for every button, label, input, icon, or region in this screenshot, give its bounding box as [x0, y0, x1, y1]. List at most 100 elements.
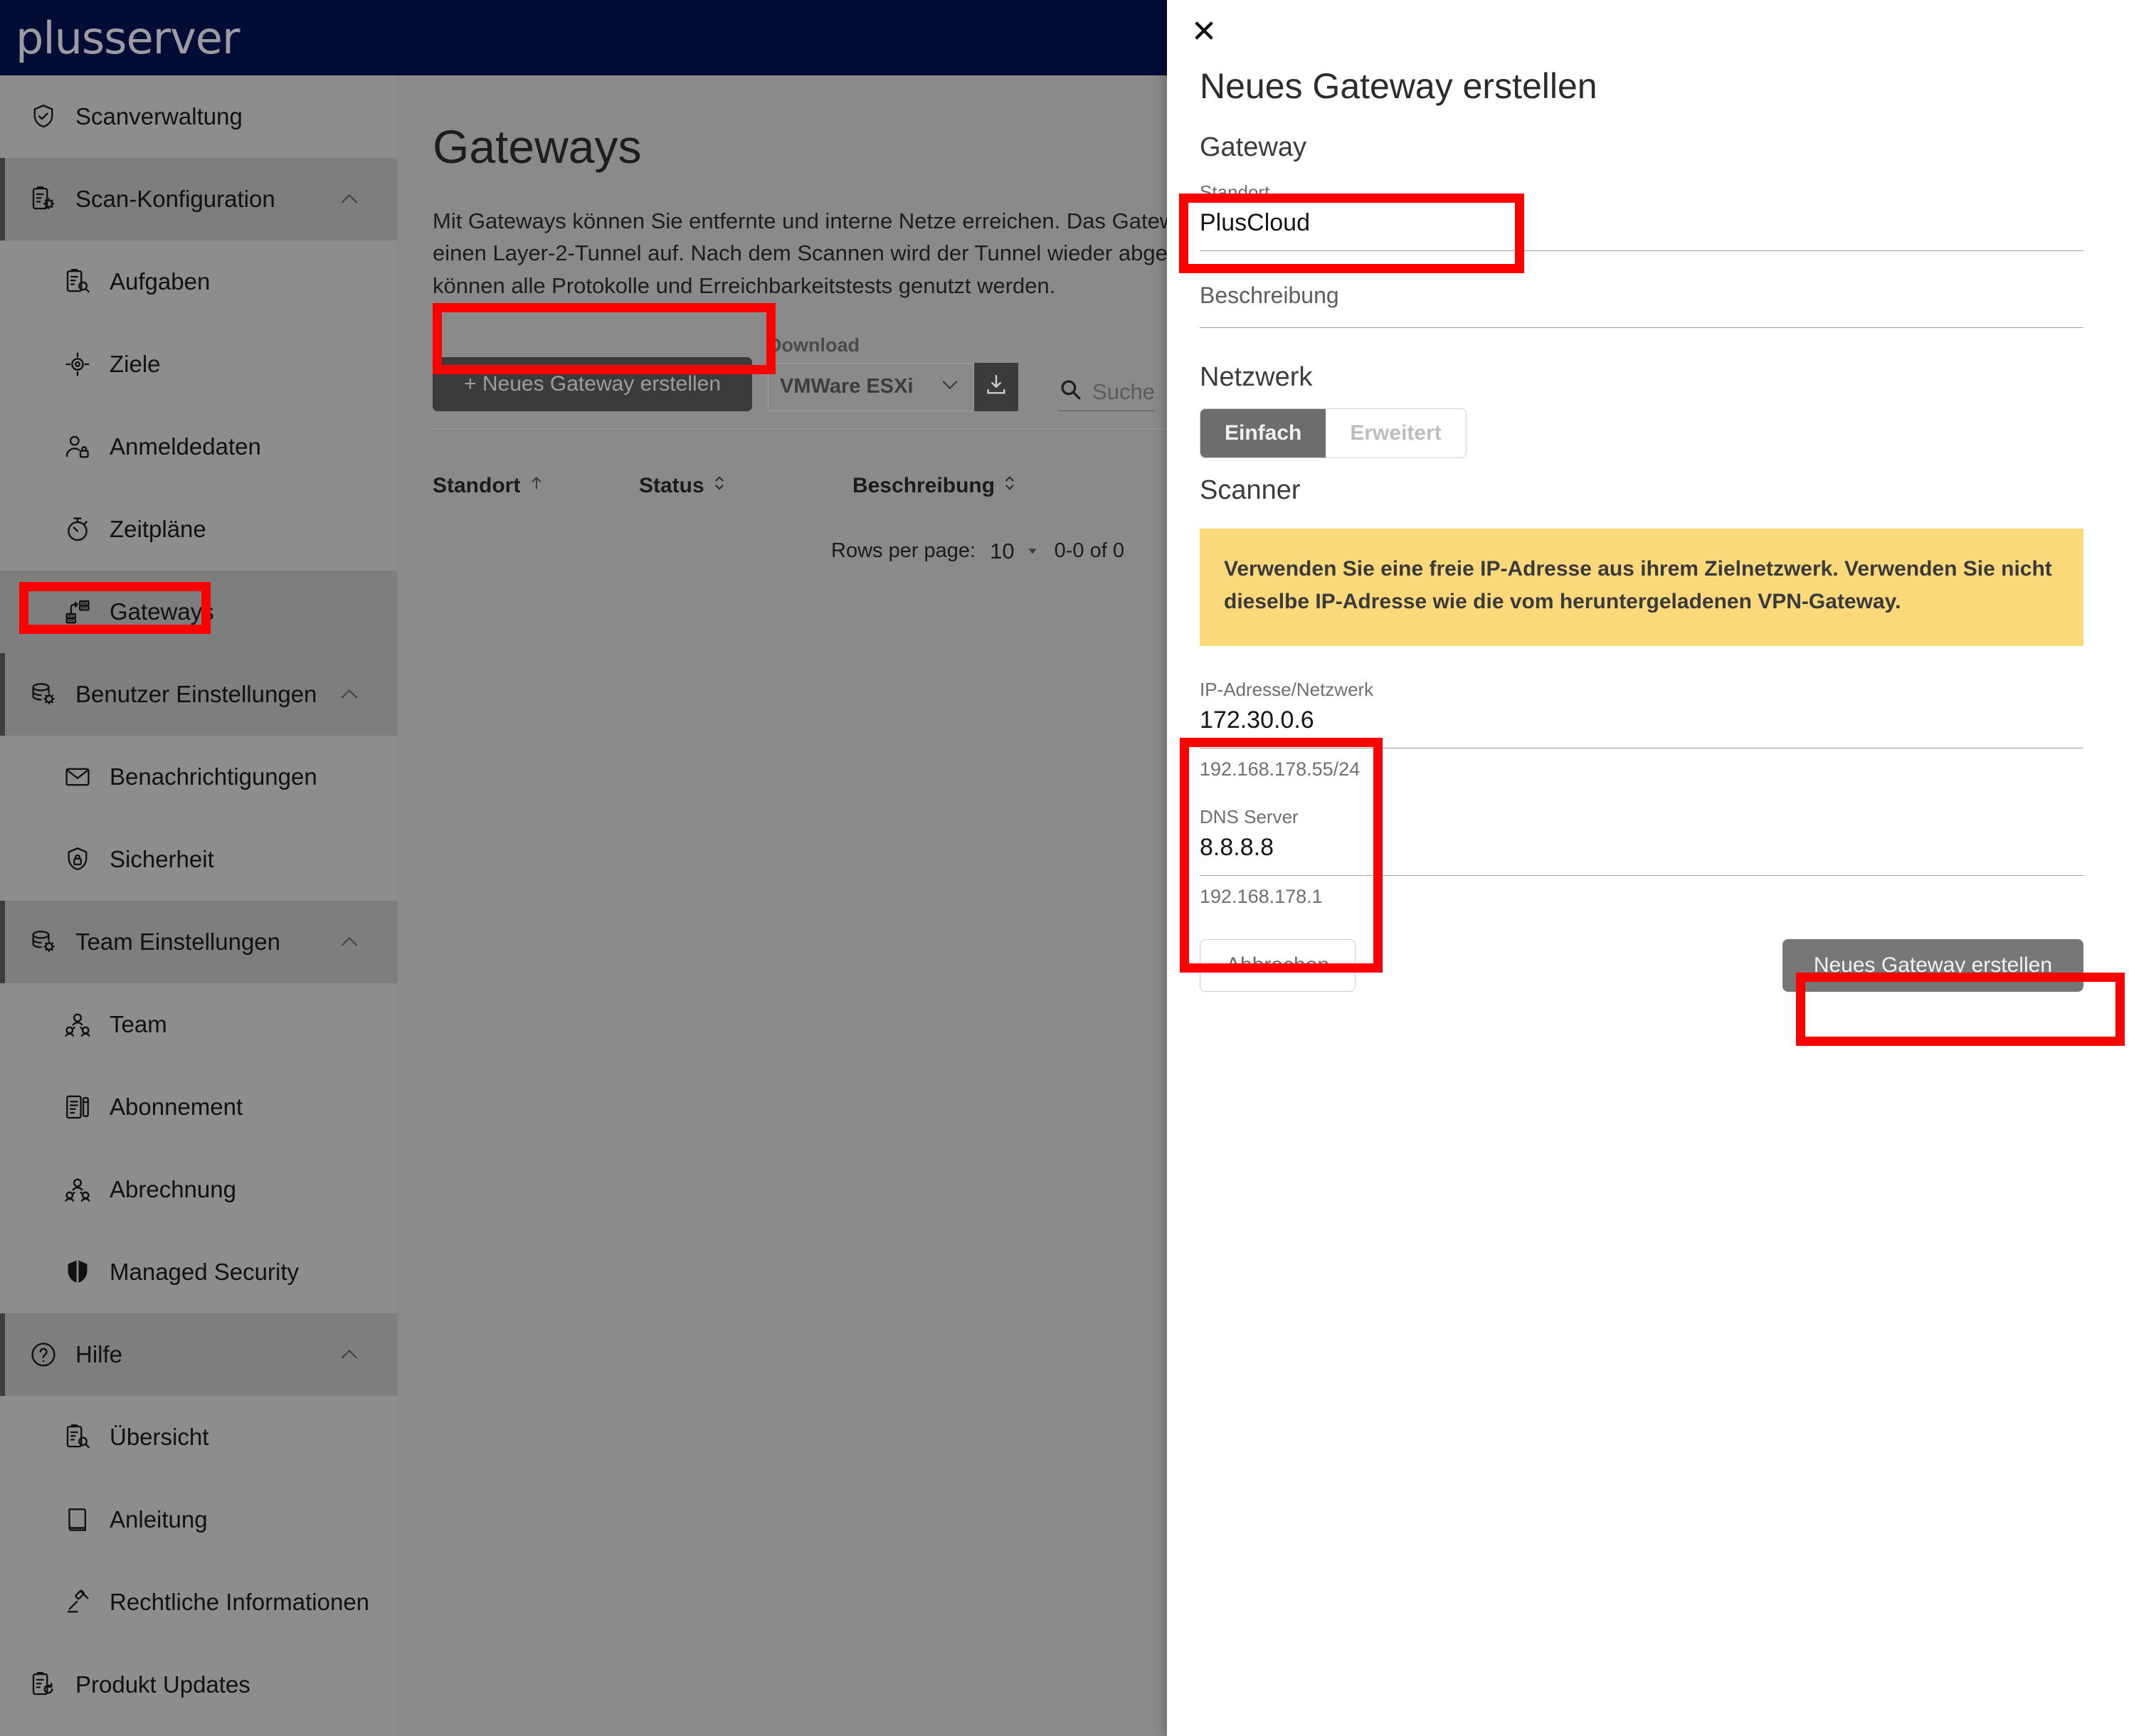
sidebar-item-label: Benachrichtigungen — [110, 763, 317, 790]
sidebar-item-label: Gateways — [110, 598, 214, 625]
clipboard-gear-icon — [27, 183, 60, 216]
search-box[interactable]: Suche — [1058, 364, 1155, 411]
table-pagination: Rows per page: 10 0-0 of 0 — [831, 539, 1167, 564]
sidebar-item-abrechnung[interactable]: Abrechnung — [0, 1148, 397, 1231]
column-header-standort[interactable]: Standort — [433, 473, 639, 499]
sidebar-item-produkt-updates[interactable]: Produkt Updates — [0, 1644, 397, 1726]
chevron-down-icon — [938, 372, 962, 402]
sidebar-item-label: Team — [110, 1011, 167, 1037]
caret-down-icon — [1025, 539, 1040, 564]
rows-per-page-value: 10 — [990, 538, 1015, 563]
rows-per-page-label: Rows per page: — [831, 539, 976, 563]
database-gear-icon — [27, 926, 60, 958]
clipboard-search-icon — [61, 1421, 94, 1454]
sidebar-item-managed-security[interactable]: Managed Security — [0, 1231, 397, 1313]
sidebar-item-zeitpl-ne[interactable]: Zeitpläne — [0, 488, 397, 571]
modal-title: Neues Gateway erstellen — [1200, 66, 1597, 106]
toggle-option-einfach[interactable]: Einfach — [1200, 409, 1326, 457]
cancel-button[interactable]: Abbrechen — [1200, 939, 1356, 993]
sidebar-item-label: Scanverwaltung — [75, 103, 243, 129]
clipboard-search-icon — [61, 265, 94, 298]
plusserver-logo: plusserver — [16, 11, 240, 64]
column-header-beschreibung[interactable]: Beschreibung — [852, 473, 1018, 499]
standort-field[interactable]: Standort PlusCloud — [1200, 181, 2083, 251]
sidebar-item-anleitung[interactable]: Anleitung — [0, 1478, 397, 1561]
sidebar-item-aufgaben[interactable]: Aufgaben — [0, 240, 397, 323]
pagination-range: 0-0 of 0 — [1054, 539, 1124, 563]
network-mode-toggle: Einfach Erweitert — [1200, 408, 1467, 458]
database-gear-icon — [27, 678, 60, 711]
page-description: Mit Gateways können Sie entfernte und in… — [433, 208, 1167, 298]
ip-address-input[interactable]: 172.30.0.6 — [1200, 706, 2083, 739]
sidebar-item-gateways[interactable]: Gateways — [0, 571, 397, 653]
sort-updown-icon — [1002, 473, 1018, 499]
sidebar-item-label: Abonnement — [110, 1094, 243, 1120]
toolbar-divider — [433, 428, 1167, 429]
sidebar-item-scanverwaltung[interactable]: Scanverwaltung — [0, 75, 397, 158]
chevron-up-icon[interactable] — [337, 930, 361, 954]
sidebar-item-label: Scan-Konfiguration — [75, 186, 275, 212]
chevron-up-icon[interactable] — [337, 187, 361, 211]
chevron-up-icon[interactable] — [337, 1343, 361, 1367]
dns-server-field[interactable]: DNS Server 8.8.8.8 192.168.178.1 — [1200, 806, 2083, 908]
sidebar-item-team-einstellungen[interactable]: Team Einstellungen — [0, 901, 397, 983]
sidebar-item-label: Anmeldedaten — [110, 433, 261, 460]
sidebar-item-label: Ziele — [110, 351, 161, 377]
column-label-standort: Standort — [433, 473, 521, 497]
dns-server-label: DNS Server — [1200, 806, 1299, 828]
dns-server-underline — [1200, 875, 2083, 877]
sidebar-item-anmeldedaten[interactable]: Anmeldedaten — [0, 406, 397, 488]
sidebar-item-rechtliche-informationen[interactable]: Rechtliche Informationen — [0, 1561, 397, 1644]
standort-label: Standort — [1200, 181, 1270, 203]
create-gateway-modal: ✕ Neues Gateway erstellen Gateway Stando… — [1167, 0, 2129, 1736]
download-format-select[interactable]: VMWare ESXi — [768, 362, 975, 411]
create-gateway-button[interactable]: + Neues Gateway erstellen — [433, 356, 753, 411]
download-label: Download — [768, 334, 860, 356]
close-icon[interactable]: ✕ — [1185, 13, 1223, 51]
beschreibung-underline — [1200, 327, 2083, 328]
sidebar-nav: Scanverwaltung Scan-Konfiguration Aufgaben… — [0, 75, 397, 1736]
sidebar-item-abonnement[interactable]: Abonnement — [0, 1066, 397, 1148]
column-header-status[interactable]: Status — [639, 473, 852, 499]
gavel-icon — [61, 1586, 94, 1619]
sidebar-item-team[interactable]: Team — [0, 983, 397, 1066]
sidebar-item-scan-konfiguration[interactable]: Scan-Konfiguration — [0, 158, 397, 240]
app-backdrop: plusserver Scanverwaltung Scan-Konfigurat… — [0, 0, 1167, 1736]
modal-action-bar: Abbrechen Neues Gateway erstellen — [1200, 939, 2083, 993]
ip-address-field[interactable]: IP-Adresse/Netzwerk 172.30.0.6 192.168.1… — [1200, 679, 2083, 780]
gateways-table-header: Standort Status Beschreibung — [433, 473, 1167, 499]
download-format-value: VMWare ESXi — [780, 375, 914, 398]
dns-server-input[interactable]: 8.8.8.8 — [1200, 834, 2083, 867]
main-content: Gateways Mit Gateways können Sie entfern… — [397, 75, 1167, 1736]
brand-header: plusserver — [0, 0, 1167, 75]
sidebar-item-ziele[interactable]: Ziele — [0, 323, 397, 406]
sidebar-item-benachrichtigungen[interactable]: Benachrichtigungen — [0, 736, 397, 818]
sidebar-item-bersicht[interactable]: Übersicht — [0, 1396, 397, 1478]
envelope-icon — [61, 761, 94, 793]
chevron-up-icon[interactable] — [337, 682, 361, 706]
rows-per-page-select[interactable]: 10 — [990, 539, 1040, 564]
arrow-up-icon — [527, 474, 546, 498]
sort-updown-icon — [712, 473, 727, 499]
standort-input[interactable]: PlusCloud — [1200, 209, 2083, 242]
book-icon — [61, 1503, 94, 1536]
search-input[interactable]: Suche — [1092, 379, 1155, 405]
section-heading-netzwerk: Netzwerk — [1200, 362, 1313, 392]
sidebar-item-benutzer-einstellungen[interactable]: Benutzer Einstellungen — [0, 653, 397, 736]
sidebar-item-label: Anleitung — [110, 1506, 208, 1533]
ip-warning-banner: Verwenden Sie eine freie IP-Adresse aus … — [1200, 529, 2083, 647]
sidebar-item-label: Produkt Updates — [75, 1671, 250, 1698]
toggle-option-erweitert[interactable]: Erweitert — [1326, 409, 1466, 457]
column-label-status: Status — [639, 473, 704, 497]
dns-server-hint: 192.168.178.1 — [1200, 886, 1323, 908]
sidebar-item-sicherheit[interactable]: Sicherheit — [0, 818, 397, 901]
people-icon — [61, 1008, 94, 1041]
sidebar-item-label: Übersicht — [110, 1424, 209, 1450]
screen: plusserver Scanverwaltung Scan-Konfigurat… — [0, 0, 2129, 1736]
submit-create-gateway-button[interactable]: Neues Gateway erstellen — [1782, 939, 2083, 993]
beschreibung-field[interactable]: Beschreibung — [1200, 282, 2083, 328]
download-button[interactable] — [974, 362, 1019, 411]
standort-underline — [1200, 250, 2083, 251]
sidebar-item-hilfe[interactable]: Hilfe — [0, 1313, 397, 1396]
sidebar-item-label: Abrechnung — [110, 1176, 236, 1202]
